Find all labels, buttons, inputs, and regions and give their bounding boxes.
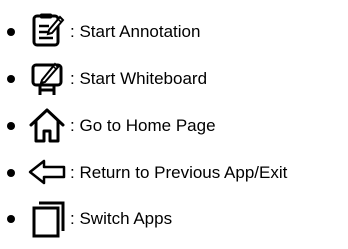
list-item-label: : Start Annotation bbox=[70, 21, 200, 43]
whiteboard-icon bbox=[27, 58, 67, 98]
bullet bbox=[7, 122, 15, 130]
list-item-go-home: : Go to Home Page bbox=[0, 105, 348, 145]
list-item-return: : Return to Previous App/Exit bbox=[0, 152, 348, 192]
label-separator: : bbox=[70, 116, 75, 135]
label-separator: : bbox=[70, 22, 75, 41]
bullet bbox=[7, 28, 15, 36]
list-item-start-whiteboard: : Start Whiteboard bbox=[0, 58, 348, 98]
list-item-label: : Switch Apps bbox=[70, 208, 172, 230]
label-text: Start Annotation bbox=[79, 22, 201, 41]
label-separator: : bbox=[70, 69, 75, 88]
list-item-label: : Start Whiteboard bbox=[70, 68, 207, 90]
list-item-switch-apps: : Switch Apps bbox=[0, 198, 348, 238]
label-text: Switch Apps bbox=[79, 209, 173, 228]
bullet bbox=[7, 215, 15, 223]
label-text: Return to Previous App/Exit bbox=[79, 163, 288, 182]
icon-legend-list: : Start Annotation : Start Whiteboard : … bbox=[0, 0, 348, 249]
bullet bbox=[7, 75, 15, 83]
annotation-icon bbox=[27, 11, 67, 51]
switch-apps-icon bbox=[27, 198, 67, 238]
label-text: Start Whiteboard bbox=[79, 69, 208, 88]
list-item-start-annotation: : Start Annotation bbox=[0, 11, 348, 51]
list-item-label: : Return to Previous App/Exit bbox=[70, 162, 287, 184]
bullet bbox=[7, 169, 15, 177]
label-text: Go to Home Page bbox=[79, 116, 216, 135]
home-icon bbox=[27, 105, 67, 145]
back-arrow-icon bbox=[27, 152, 67, 192]
label-separator: : bbox=[70, 163, 75, 182]
list-item-label: : Go to Home Page bbox=[70, 115, 216, 137]
label-separator: : bbox=[70, 209, 75, 228]
